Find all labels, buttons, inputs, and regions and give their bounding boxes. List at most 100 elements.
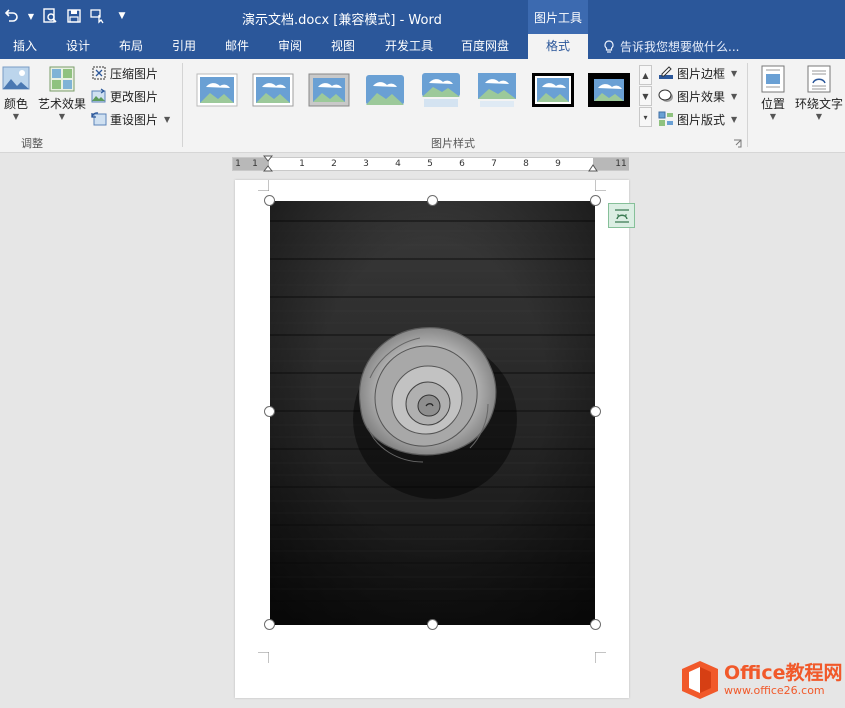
resize-handle-top-left[interactable] [264, 195, 275, 206]
tab-baidu-netdisk[interactable]: 百度网盘 [461, 34, 509, 59]
undo-dropdown-icon[interactable]: ▼ [24, 5, 38, 27]
crop-mark [595, 180, 606, 191]
chevron-down-icon: ▼ [164, 114, 171, 124]
wrap-text-label: 环绕文字 [794, 97, 843, 111]
tell-me-search[interactable]: 告诉我您想要做什么... [603, 34, 739, 59]
resize-handle-top[interactable] [427, 195, 438, 206]
right-indent-marker[interactable] [588, 161, 598, 173]
selected-picture[interactable] [270, 201, 595, 625]
tab-developer[interactable]: 开发工具 [385, 34, 433, 59]
group-divider [182, 63, 183, 147]
artistic-effects-button[interactable]: 艺术效果 ▼ [36, 65, 88, 121]
color-label: 颜色 [3, 97, 28, 111]
chevron-down-icon: ▼ [12, 112, 20, 121]
picture-style-reflected[interactable] [417, 69, 465, 111]
tab-mailings[interactable]: 邮件 [225, 34, 249, 59]
resize-handle-bottom[interactable] [427, 619, 438, 630]
picture-layout-label: 图片版式 [677, 112, 726, 127]
picture-color-icon [2, 66, 30, 90]
resize-handle-top-right[interactable] [590, 195, 601, 206]
tab-layout[interactable]: 布局 [119, 34, 143, 59]
chevron-down-icon: ▼ [815, 112, 823, 121]
wrap-text-button[interactable]: 环绕文字 ▼ [793, 65, 845, 121]
title-bar: ▼ ▼ 演示文档.docx [兼容模式] - Word 图片工具 [0, 0, 845, 34]
crop-mark [258, 652, 269, 663]
change-picture-button[interactable]: 更改图片 [91, 86, 158, 106]
position-icon [761, 65, 785, 93]
gallery-scroll-down[interactable]: ▼ [639, 86, 652, 106]
tab-format[interactable]: 格式 [528, 34, 588, 59]
position-label: 位置 [760, 97, 785, 111]
picture-style-soft-edge[interactable] [361, 69, 409, 111]
resize-handle-right[interactable] [590, 406, 601, 417]
change-picture-icon [91, 88, 106, 103]
ruler-number: 7 [491, 159, 497, 169]
compress-pictures-button[interactable]: 压缩图片 [91, 63, 158, 83]
adjust-group-label: 调整 [21, 137, 43, 150]
picture-border-label: 图片边框 [677, 66, 726, 81]
resize-handle-left[interactable] [264, 406, 275, 417]
first-line-indent-marker[interactable] [263, 155, 273, 173]
ruler-number: 5 [427, 159, 433, 169]
picture-styles-gallery [189, 65, 639, 127]
tab-review[interactable]: 审阅 [278, 34, 302, 59]
position-button[interactable]: 位置 ▼ [755, 65, 791, 121]
layout-options-icon [614, 208, 629, 223]
ruler-number: 3 [363, 159, 369, 169]
watermark-url: www.office26.com [724, 684, 825, 697]
horizontal-ruler[interactable]: 1 1 1 2 3 4 5 6 7 8 9 11 [232, 155, 629, 173]
lightbulb-icon [604, 39, 614, 53]
picture-style-soft-reflection[interactable] [473, 69, 521, 111]
picture-border-icon [659, 66, 673, 79]
print-preview-icon[interactable] [38, 5, 62, 27]
reset-picture-label: 重设图片 [110, 112, 159, 127]
ribbon: 颜色 ▼ 艺术效果 ▼ 压缩图片 更改图片 重设图片 ▼ 调整 ▲ ▼ ▾ 图片… [0, 59, 845, 153]
chevron-down-icon: ▼ [731, 68, 738, 78]
watermark: Office教程网 www.office26.com [680, 658, 843, 702]
picture-border-button[interactable]: 图片边框 ▼ [658, 63, 737, 83]
document-title: 演示文档.docx [兼容模式] - Word [242, 13, 442, 28]
ruler-number: 1 [252, 159, 258, 169]
gallery-more[interactable]: ▾ [639, 107, 652, 127]
customize-qat-icon[interactable]: ▼ [110, 5, 134, 27]
reset-picture-button[interactable]: 重设图片 ▼ [91, 109, 170, 129]
tab-insert[interactable]: 插入 [13, 34, 37, 59]
ruler-number: 11 [615, 159, 627, 169]
crop-mark [595, 652, 606, 663]
picture-styles-group-label: 图片样式 [431, 137, 475, 150]
undo-icon[interactable] [0, 5, 24, 27]
ruler-number: 1 [299, 159, 305, 169]
resize-handle-bottom-left[interactable] [264, 619, 275, 630]
wrap-text-icon [807, 65, 831, 93]
chevron-down-icon: ▼ [642, 91, 649, 101]
picture-style-double-frame-black[interactable] [529, 69, 577, 111]
rose-picture [270, 201, 595, 625]
dialog-launcher-icon[interactable] [733, 139, 742, 148]
picture-tools-context-header: 图片工具 [528, 0, 588, 34]
picture-style-thick-matte-black[interactable] [585, 69, 633, 111]
ruler-number: 9 [555, 159, 561, 169]
picture-layout-button[interactable]: 图片版式 ▼ [658, 109, 737, 129]
change-picture-label: 更改图片 [110, 89, 159, 104]
chevron-down-icon: ▼ [58, 112, 66, 121]
save-as-icon[interactable] [62, 5, 86, 27]
color-button[interactable]: 颜色 ▼ [0, 65, 32, 121]
gallery-more-icon: ▾ [643, 112, 648, 122]
gallery-scroll-up[interactable]: ▲ [639, 65, 652, 85]
compress-pictures-label: 压缩图片 [110, 66, 159, 81]
layout-options-button[interactable] [608, 203, 635, 228]
chevron-down-icon: ▼ [769, 112, 777, 121]
watermark-text: Office教程网 www.office26.com [724, 664, 843, 697]
tab-references[interactable]: 引用 [172, 34, 196, 59]
tab-design[interactable]: 设计 [66, 34, 90, 59]
picture-style-metal-frame[interactable] [305, 69, 353, 111]
picture-effects-button[interactable]: 图片效果 ▼ [658, 86, 737, 106]
touch-mode-icon[interactable] [86, 5, 110, 27]
picture-style-beveled-matte[interactable] [249, 69, 297, 111]
compress-pictures-icon [92, 66, 106, 80]
picture-style-simple-frame-white[interactable] [193, 69, 241, 111]
ruler-number: 2 [331, 159, 337, 169]
office-logo-icon [682, 661, 718, 699]
resize-handle-bottom-right[interactable] [590, 619, 601, 630]
tab-view[interactable]: 视图 [331, 34, 355, 59]
